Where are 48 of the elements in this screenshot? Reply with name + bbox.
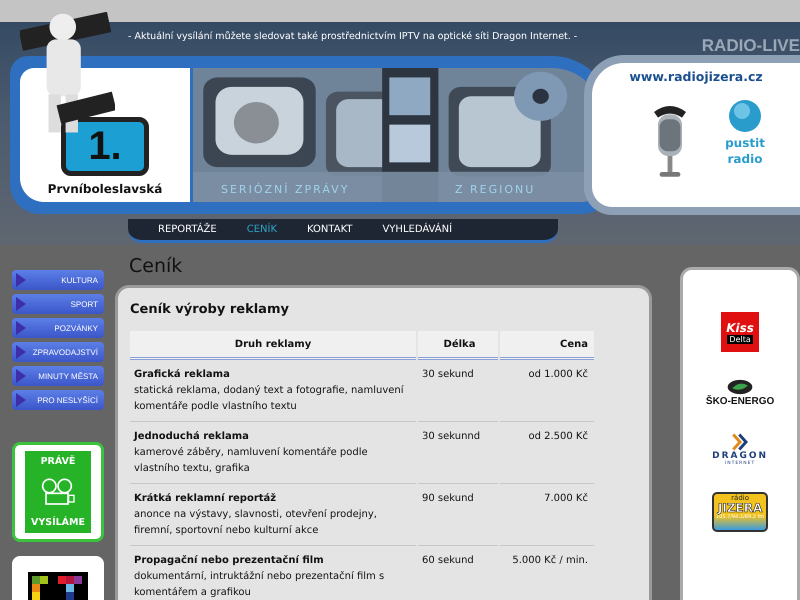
announcement-text: - Aktuální vysílání můžete sledovat také prostřednictvím IPTV na optické síti Dragon Internet. -: [128, 31, 578, 42]
item-description: statická reklama, dodaný text a fotografie, namluvení komentáře podle vlastního textu: [134, 384, 405, 414]
nav-link[interactable]: VYHLEDÁVÁNÍ: [382, 224, 452, 235]
nav-link[interactable]: KONTAKT: [307, 224, 352, 235]
sponsor-logo[interactable]: Kiss Delta: [721, 312, 760, 352]
table-cell: od 1.000 Kč: [500, 360, 594, 422]
item-name: Propagační nebo prezentační film: [134, 554, 325, 568]
item-description: dokumentární, intruktážní nebo prezentační film s komentářem a grafikou: [134, 570, 386, 600]
slogan-text: Z REGIONU: [455, 183, 536, 196]
live-banner[interactable]: PRÁVĚ VYSÍLÁME: [12, 442, 104, 542]
sidebar-button[interactable]: POZVÁNKY: [12, 318, 104, 338]
live-text: VYSÍLÁME: [31, 516, 85, 528]
item-description: anonce na výstavy, slavnosti, otevření prodejny, firemní, sportovní nebo kulturní akce: [134, 508, 378, 538]
leaf-icon: [727, 378, 754, 396]
column-header: Druh reklamy: [130, 331, 416, 360]
section-title: Ceník výroby reklamy: [130, 302, 290, 317]
sidebar-button[interactable]: KULTURA: [12, 270, 104, 290]
column-header: Délka: [418, 331, 498, 360]
item-name: Jednoduchá reklama: [134, 430, 250, 444]
logo-mark: 1.: [61, 117, 149, 176]
sidebar-button[interactable]: PRO NESLYŠÍCÍ: [12, 390, 104, 410]
table-cell: 7.000 Kč: [500, 484, 594, 546]
nav-link[interactable]: CENÍK: [246, 224, 278, 235]
sidebar-button[interactable]: SPORT: [12, 294, 104, 314]
item-description: kamerové záběry, namluvení komentáře podle vlastního textu, grafika: [134, 446, 369, 476]
logo-name: Prvníboleslavská: [48, 182, 162, 196]
item-name: Grafická reklama: [134, 368, 231, 382]
slogan-text: SERIÓZNÍ ZPRÁVY: [221, 183, 350, 196]
radio-url: www.radiojizera.cz: [628, 69, 764, 84]
column-header: Cena: [500, 331, 594, 360]
table-cell: 60 sekund: [418, 546, 498, 600]
play-radio-link[interactable]: pustit radio: [720, 136, 770, 168]
sponsor-logo-text: ŠKO-ENERGO: [706, 396, 774, 407]
sphere-icon[interactable]: [729, 100, 761, 132]
table-cell: 90 sekund: [418, 484, 498, 546]
item-name: Krátká reklamní reportáž: [134, 492, 278, 506]
table-cell: 5.000 Kč / min.: [500, 546, 594, 600]
chevron-icon: [731, 433, 750, 451]
table-cell: 30 sekund: [418, 360, 498, 422]
sidebar-button[interactable]: MINUTY MĚSTA: [12, 366, 104, 386]
table-cell: 30 sekunnd: [418, 422, 498, 484]
live-text: PRÁVĚ: [40, 456, 76, 468]
table-cell: od 2.500 Kč: [500, 422, 594, 484]
sidebar-button[interactable]: ZPRAVODAJSTVÍ: [12, 342, 104, 362]
radio-live-heading: RADIO-LIVE: [702, 36, 800, 56]
sponsor-logo-text: DRAGON: [712, 451, 768, 461]
page-title: Ceník: [129, 255, 184, 277]
nav-link[interactable]: REPORTÁŽE: [158, 224, 217, 235]
